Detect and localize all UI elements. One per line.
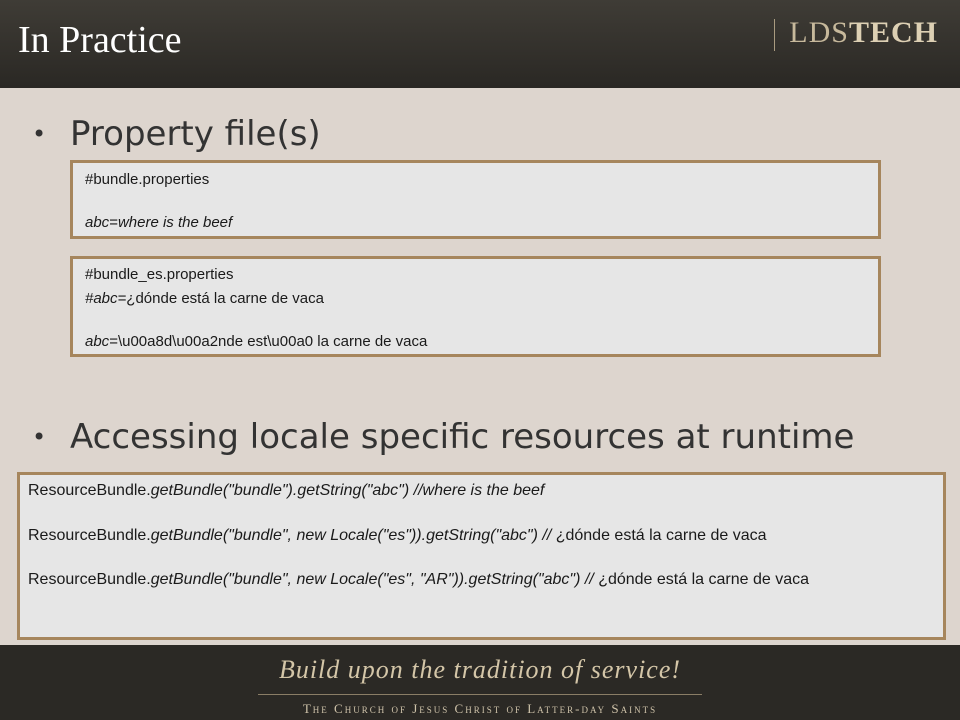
code-box-bundle-properties: #bundle.properties abc=where is the beef (70, 160, 881, 239)
code-key: abc (85, 333, 110, 350)
bullet-accessing-locale: • Accessing locale specific resources at … (32, 417, 854, 457)
code-value: where is the beef (117, 214, 233, 231)
bullet-text: Accessing locale specific resources at r… (70, 417, 855, 457)
code-line: #bundle_es.properties (85, 266, 234, 283)
footer-tagline: Build upon the tradition of service! (278, 655, 682, 684)
logo-separator (774, 19, 776, 52)
code-comment: ¿dónde está la carne de vaca (555, 527, 767, 544)
code-box-bundle-es-properties: #bundle_es.properties #abc=¿dónde está l… (70, 256, 881, 357)
code-box-resource-bundle: ResourceBundle.getBundle("bundle").getSt… (17, 472, 946, 640)
code-key: abc (85, 214, 110, 231)
code-class: ResourceBundle. (28, 482, 151, 499)
code-line: ResourceBundle.getBundle("bundle").getSt… (28, 481, 933, 500)
bullet-dot-icon: • (32, 423, 47, 451)
footer-divider (258, 694, 702, 695)
code-line: ResourceBundle.getBundle("bundle", new L… (28, 570, 933, 589)
code-eq: = (109, 214, 118, 231)
bullet-text: Property file(s) (70, 114, 321, 154)
code-line: #bundle.properties (85, 171, 210, 188)
code-key: #abc= (85, 290, 127, 307)
code-call: getBundle("bundle", new Locale("es", "AR… (150, 571, 599, 588)
code-line: abc=\u00a8d\u00a2nde est\u00a0 la carne … (85, 333, 427, 350)
code-class: ResourceBundle. (28, 571, 151, 588)
code-class: ResourceBundle. (28, 527, 151, 544)
slide-header: In Practice LDSTECH (0, 0, 960, 88)
code-line: abc=where is the beef (85, 214, 232, 231)
footer-church-name: The Church of Jesus Christ of Latter-day… (302, 701, 658, 716)
code-line: ResourceBundle.getBundle("bundle", new L… (28, 526, 933, 545)
slide-footer: Build upon the tradition of service! The… (0, 645, 960, 720)
code-value: =\u00a8d\u00a2nde est\u00a0 la carne de … (109, 333, 428, 350)
code-call: getBundle("bundle").getString("abc") //w… (150, 482, 545, 499)
bullet-property-files: • Property file(s) (32, 114, 321, 154)
logo-lds-text: LDS (789, 16, 849, 49)
slide-title: In Practice (18, 19, 182, 61)
code-call: getBundle("bundle", new Locale("es")).ge… (150, 527, 556, 544)
logo-tech-text: TECH (848, 16, 938, 49)
code-line: #abc=¿dónde está la carne de vaca (85, 290, 324, 307)
ldstech-logo: LDSTECH (774, 16, 938, 52)
code-value: ¿dónde está la carne de vaca (126, 290, 324, 307)
code-comment: ¿dónde está la carne de vaca (598, 571, 809, 588)
bullet-dot-icon: • (32, 120, 47, 148)
